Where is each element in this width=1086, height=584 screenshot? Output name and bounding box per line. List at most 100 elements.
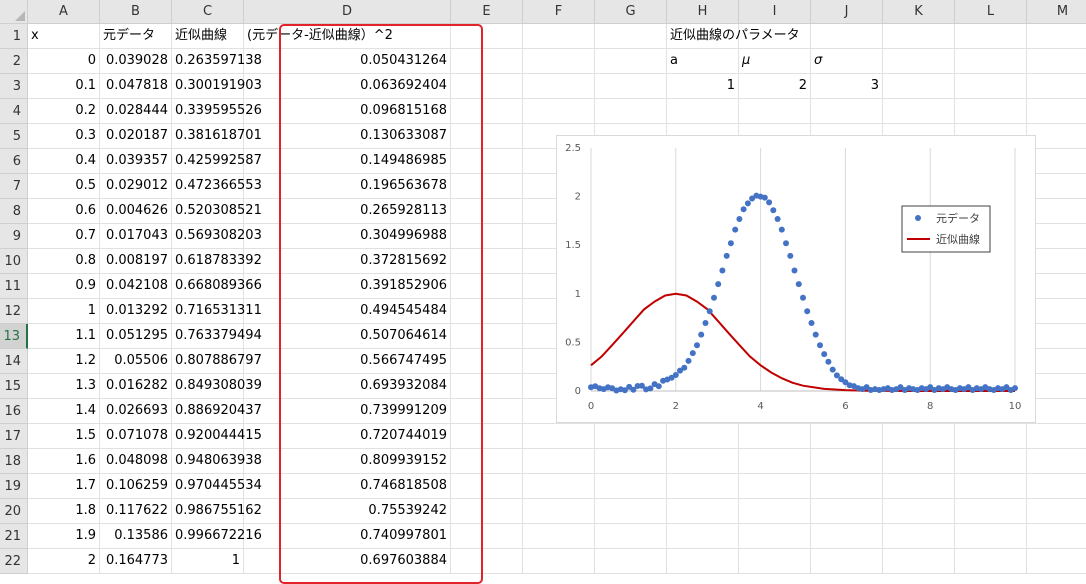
cell-a3[interactable]: 0.1 xyxy=(28,74,100,99)
cell-g22[interactable] xyxy=(595,549,667,574)
cell-k2[interactable] xyxy=(883,49,955,74)
row-header-16[interactable]: 16 xyxy=(0,399,28,424)
cell-c11[interactable]: 0.668089366 xyxy=(172,274,262,299)
cell-b7[interactable]: 0.029012 xyxy=(100,174,172,199)
cell-b18[interactable]: 0.048098 xyxy=(100,449,172,474)
cell-l20[interactable] xyxy=(955,499,1027,524)
cell-j21[interactable] xyxy=(811,524,883,549)
cell-k19[interactable] xyxy=(883,474,955,499)
cell-b10[interactable]: 0.008197 xyxy=(100,249,172,274)
cell-d18[interactable]: 0.809939152 xyxy=(244,449,451,474)
cell-h1[interactable]: 近似曲線のパラメータ xyxy=(667,24,800,49)
cell-d4[interactable]: 0.096815168 xyxy=(244,99,451,124)
cell-f21[interactable] xyxy=(523,524,595,549)
cell-c22[interactable]: 1 xyxy=(172,549,244,574)
cell-j2[interactable]: σ xyxy=(811,49,883,74)
cell-g1[interactable] xyxy=(595,24,667,49)
cell-e19[interactable] xyxy=(451,474,523,499)
cell-e5[interactable] xyxy=(451,124,523,149)
row-header-1[interactable]: 1 xyxy=(0,24,28,49)
cell-l2[interactable] xyxy=(955,49,1027,74)
cell-g4[interactable] xyxy=(595,99,667,124)
row-header-11[interactable]: 11 xyxy=(0,274,28,299)
cell-d9[interactable]: 0.304996988 xyxy=(244,224,451,249)
cell-e1[interactable] xyxy=(451,24,523,49)
cell-c13[interactable]: 0.763379494 xyxy=(172,324,262,349)
cell-e2[interactable] xyxy=(451,49,523,74)
cell-c2[interactable]: 0.263597138 xyxy=(172,49,262,74)
cell-l4[interactable] xyxy=(955,99,1027,124)
cell-a12[interactable]: 1 xyxy=(28,299,100,324)
cell-c3[interactable]: 0.300191903 xyxy=(172,74,262,99)
cell-k21[interactable] xyxy=(883,524,955,549)
cell-h22[interactable] xyxy=(667,549,739,574)
cell-d15[interactable]: 0.693932084 xyxy=(244,374,451,399)
cell-b1[interactable]: 元データ xyxy=(100,24,172,49)
cell-b11[interactable]: 0.042108 xyxy=(100,274,172,299)
cell-d21[interactable]: 0.740997801 xyxy=(244,524,451,549)
cell-m18[interactable] xyxy=(1027,449,1086,474)
cell-e10[interactable] xyxy=(451,249,523,274)
cell-d12[interactable]: 0.494545484 xyxy=(244,299,451,324)
cell-i22[interactable] xyxy=(739,549,811,574)
cell-c8[interactable]: 0.520308521 xyxy=(172,199,262,224)
cell-m4[interactable] xyxy=(1027,99,1086,124)
cell-c4[interactable]: 0.339595526 xyxy=(172,99,262,124)
cell-c18[interactable]: 0.948063938 xyxy=(172,449,262,474)
cell-i4[interactable] xyxy=(739,99,811,124)
column-header-a[interactable]: A xyxy=(28,0,100,24)
cell-c10[interactable]: 0.618783392 xyxy=(172,249,262,274)
cell-a20[interactable]: 1.8 xyxy=(28,499,100,524)
row-header-6[interactable]: 6 xyxy=(0,149,28,174)
cell-f2[interactable] xyxy=(523,49,595,74)
cell-c1[interactable]: 近似曲線 xyxy=(172,24,244,49)
row-header-2[interactable]: 2 xyxy=(0,49,28,74)
cell-m3[interactable] xyxy=(1027,74,1086,99)
cell-h3[interactable]: 1 xyxy=(667,74,739,99)
column-header-b[interactable]: B xyxy=(100,0,172,24)
cell-a16[interactable]: 1.4 xyxy=(28,399,100,424)
cell-b3[interactable]: 0.047818 xyxy=(100,74,172,99)
cell-a9[interactable]: 0.7 xyxy=(28,224,100,249)
cell-k18[interactable] xyxy=(883,449,955,474)
column-header-k[interactable]: K xyxy=(883,0,955,24)
row-header-12[interactable]: 12 xyxy=(0,299,28,324)
cell-e3[interactable] xyxy=(451,74,523,99)
cell-i3[interactable]: 2 xyxy=(739,74,811,99)
cell-h18[interactable] xyxy=(667,449,739,474)
cell-a4[interactable]: 0.2 xyxy=(28,99,100,124)
cell-m2[interactable] xyxy=(1027,49,1086,74)
cell-d14[interactable]: 0.566747495 xyxy=(244,349,451,374)
cell-b19[interactable]: 0.106259 xyxy=(100,474,172,499)
row-header-17[interactable]: 17 xyxy=(0,424,28,449)
cell-m22[interactable] xyxy=(1027,549,1086,574)
cell-k3[interactable] xyxy=(883,74,955,99)
cell-d7[interactable]: 0.196563678 xyxy=(244,174,451,199)
row-header-22[interactable]: 22 xyxy=(0,549,28,574)
cell-d8[interactable]: 0.265928113 xyxy=(244,199,451,224)
cell-c9[interactable]: 0.569308203 xyxy=(172,224,262,249)
cell-d6[interactable]: 0.149486985 xyxy=(244,149,451,174)
cell-a13[interactable]: 1.1 xyxy=(28,324,100,349)
cell-a18[interactable]: 1.6 xyxy=(28,449,100,474)
cell-m1[interactable] xyxy=(1027,24,1086,49)
cell-f3[interactable] xyxy=(523,74,595,99)
row-header-9[interactable]: 9 xyxy=(0,224,28,249)
column-header-l[interactable]: L xyxy=(955,0,1027,24)
row-header-15[interactable]: 15 xyxy=(0,374,28,399)
cell-h4[interactable] xyxy=(667,99,739,124)
cell-g2[interactable] xyxy=(595,49,667,74)
cell-b16[interactable]: 0.026693 xyxy=(100,399,172,424)
cell-e6[interactable] xyxy=(451,149,523,174)
cell-h20[interactable] xyxy=(667,499,739,524)
row-header-20[interactable]: 20 xyxy=(0,499,28,524)
cell-d1[interactable]: (元データ-近似曲線）^2 xyxy=(244,24,451,49)
cell-g21[interactable] xyxy=(595,524,667,549)
cell-e8[interactable] xyxy=(451,199,523,224)
cell-g17[interactable] xyxy=(595,424,667,449)
cell-c16[interactable]: 0.886920437 xyxy=(172,399,262,424)
cell-m21[interactable] xyxy=(1027,524,1086,549)
row-header-8[interactable]: 8 xyxy=(0,199,28,224)
cell-g20[interactable] xyxy=(595,499,667,524)
row-header-14[interactable]: 14 xyxy=(0,349,28,374)
